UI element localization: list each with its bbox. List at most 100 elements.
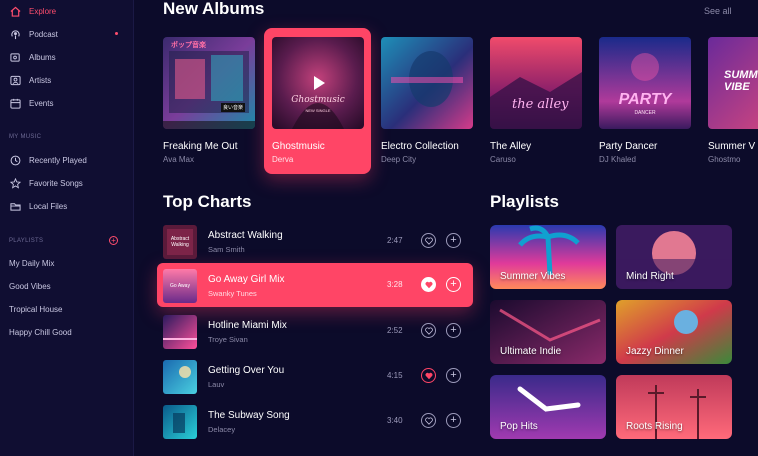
sidebar-playlist-good-vibes[interactable]: Good Vibes	[9, 282, 51, 291]
track-artist: Sam Smith	[208, 245, 245, 254]
track-thumbnail-logo: Go Away	[170, 283, 190, 289]
album-card[interactable]: SUMM VIBE Summer V Ghostmo	[708, 37, 758, 164]
track-thumbnail	[163, 405, 197, 439]
home-icon	[9, 5, 21, 17]
album-cover-sub: NEW SINGLE	[305, 108, 331, 113]
album-artist: Ava Max	[163, 155, 194, 164]
track-title: Hotline Miami Mix	[208, 320, 287, 331]
playlist-card[interactable]: Summer Vibes	[490, 225, 606, 289]
nav-local-files[interactable]: Local Files	[9, 198, 67, 214]
album-icon	[9, 51, 21, 63]
nav-favorite-songs[interactable]: Favorite Songs	[9, 175, 83, 191]
track-title: Abstract Walking	[208, 230, 283, 241]
album-cover-logo: the alley	[512, 97, 569, 112]
album-cover-jp-badge: 良い音楽	[221, 103, 246, 112]
nav-podcast-label: Podcast	[29, 29, 58, 39]
album-title: Party Dancer	[599, 141, 658, 152]
album-artist: Derva	[272, 155, 294, 164]
album-card[interactable]: ポップ音楽 良い音楽 Freaking Me Out Ava Max	[163, 37, 255, 164]
album-cover: SUMM VIBE	[708, 37, 758, 129]
album-title: Summer V	[708, 141, 756, 152]
playlists-section-heading: Playlists	[490, 192, 559, 211]
nav-podcast[interactable]: Podcast	[9, 26, 58, 42]
album-card[interactable]: the alley The Alley Caruso	[490, 37, 582, 164]
new-albums-heading: New Albums	[163, 0, 265, 18]
add-icon[interactable]: +	[446, 277, 461, 292]
heart-icon[interactable]	[421, 413, 436, 428]
track-artist: Swanky Tunes	[208, 289, 257, 298]
album-card[interactable]: Electro Collection Deep City	[381, 37, 473, 164]
my-music-heading: MY MUSIC	[9, 134, 42, 140]
calendar-icon	[9, 97, 21, 109]
album-cover-logo: SUMM VIBE	[724, 69, 758, 93]
clock-icon	[9, 154, 21, 166]
heart-icon[interactable]	[421, 323, 436, 338]
album-cover: the alley	[490, 37, 582, 129]
track-duration: 2:52	[387, 326, 403, 335]
add-icon[interactable]: +	[446, 413, 461, 428]
artist-icon	[9, 74, 21, 86]
album-title: The Alley	[490, 141, 532, 152]
playlist-card[interactable]: Mind Right	[616, 225, 732, 289]
nav-albums[interactable]: Albums	[9, 49, 56, 65]
nav-events[interactable]: Events	[9, 95, 53, 111]
heart-icon[interactable]	[421, 233, 436, 248]
album-card-selected[interactable]: Ghostmusic NEW SINGLE Ghostmusic Derva	[272, 37, 364, 164]
nav-recently-played-label: Recently Played	[29, 155, 87, 165]
podcast-notification-dot	[115, 32, 118, 35]
nav-explore-label: Explore	[29, 6, 57, 16]
track-duration: 4:15	[387, 371, 403, 380]
sidebar-playlist-my-daily-mix[interactable]: My Daily Mix	[9, 259, 54, 268]
album-cover: PARTY DANCER	[599, 37, 691, 129]
track-duration: 2:47	[387, 236, 403, 245]
playlists-heading: PLAYLISTS	[9, 238, 44, 244]
star-icon	[9, 177, 21, 189]
sidebar-playlist-happy-chill-good[interactable]: Happy Chill Good	[9, 328, 72, 337]
album-artist: DJ Khaled	[599, 155, 636, 164]
nav-recently-played[interactable]: Recently Played	[9, 152, 87, 168]
folder-icon	[9, 200, 21, 212]
album-cover: Ghostmusic NEW SINGLE	[272, 37, 364, 129]
track-artist: Lauv	[208, 380, 225, 389]
album-artist: Deep City	[381, 155, 417, 164]
track-thumbnail-logo: Abstract Walking	[170, 236, 190, 248]
playlist-card[interactable]: Pop Hits	[490, 375, 606, 439]
playlist-card-label: Pop Hits	[500, 421, 538, 432]
album-title: Electro Collection	[381, 141, 459, 152]
top-charts-heading: Top Charts	[163, 192, 252, 211]
nav-artists[interactable]: Artists	[9, 72, 51, 88]
add-icon[interactable]: +	[446, 323, 461, 338]
album-card[interactable]: PARTY DANCER Party Dancer DJ Khaled	[599, 37, 691, 164]
main-content: New Albums See all ポップ音楽 良い音楽 Freaking M…	[134, 0, 758, 456]
track-title: Go Away Girl Mix	[208, 274, 285, 285]
track-row[interactable]: Abstract Walking Abstract Walking Sam Sm…	[163, 224, 471, 259]
sidebar-playlist-tropical-house[interactable]: Tropical House	[9, 305, 63, 314]
album-cover-logo: PARTY	[618, 91, 672, 108]
heart-icon-filled[interactable]	[421, 368, 436, 383]
add-playlist-icon[interactable]: +	[109, 236, 118, 245]
add-icon[interactable]: +	[446, 233, 461, 248]
track-row[interactable]: Getting Over You Lauv 4:15 +	[163, 359, 471, 394]
play-icon[interactable]	[308, 73, 328, 93]
track-thumbnail	[163, 315, 197, 349]
track-thumbnail	[163, 360, 197, 394]
playlist-card[interactable]: Jazzy Dinner	[616, 300, 732, 364]
nav-local-files-label: Local Files	[29, 201, 68, 211]
playlist-card[interactable]: Roots Rising	[616, 375, 732, 439]
playlist-card[interactable]: Ultimate Indie	[490, 300, 606, 364]
track-artist: Troye Sivan	[208, 335, 248, 344]
nav-explore[interactable]: Explore	[9, 3, 56, 19]
track-row[interactable]: Hotline Miami Mix Troye Sivan 2:52 +	[163, 314, 471, 349]
sidebar: Explore Podcast Albums Artists Events MY…	[0, 0, 134, 456]
add-icon[interactable]: +	[446, 368, 461, 383]
playlist-card-label: Roots Rising	[626, 421, 683, 432]
track-row[interactable]: The Subway Song Delacey 3:40 +	[163, 404, 471, 439]
nav-artists-label: Artists	[29, 75, 52, 85]
track-row-selected[interactable]: Go Away Go Away Girl Mix Swanky Tunes 3:…	[163, 268, 471, 303]
heart-icon-filled[interactable]	[421, 277, 436, 292]
see-all-link[interactable]: See all	[704, 6, 732, 16]
album-cover	[381, 37, 473, 129]
track-artist: Delacey	[208, 425, 236, 434]
track-thumbnail: Abstract Walking	[163, 225, 197, 259]
playlist-card-label: Ultimate Indie	[500, 346, 562, 357]
